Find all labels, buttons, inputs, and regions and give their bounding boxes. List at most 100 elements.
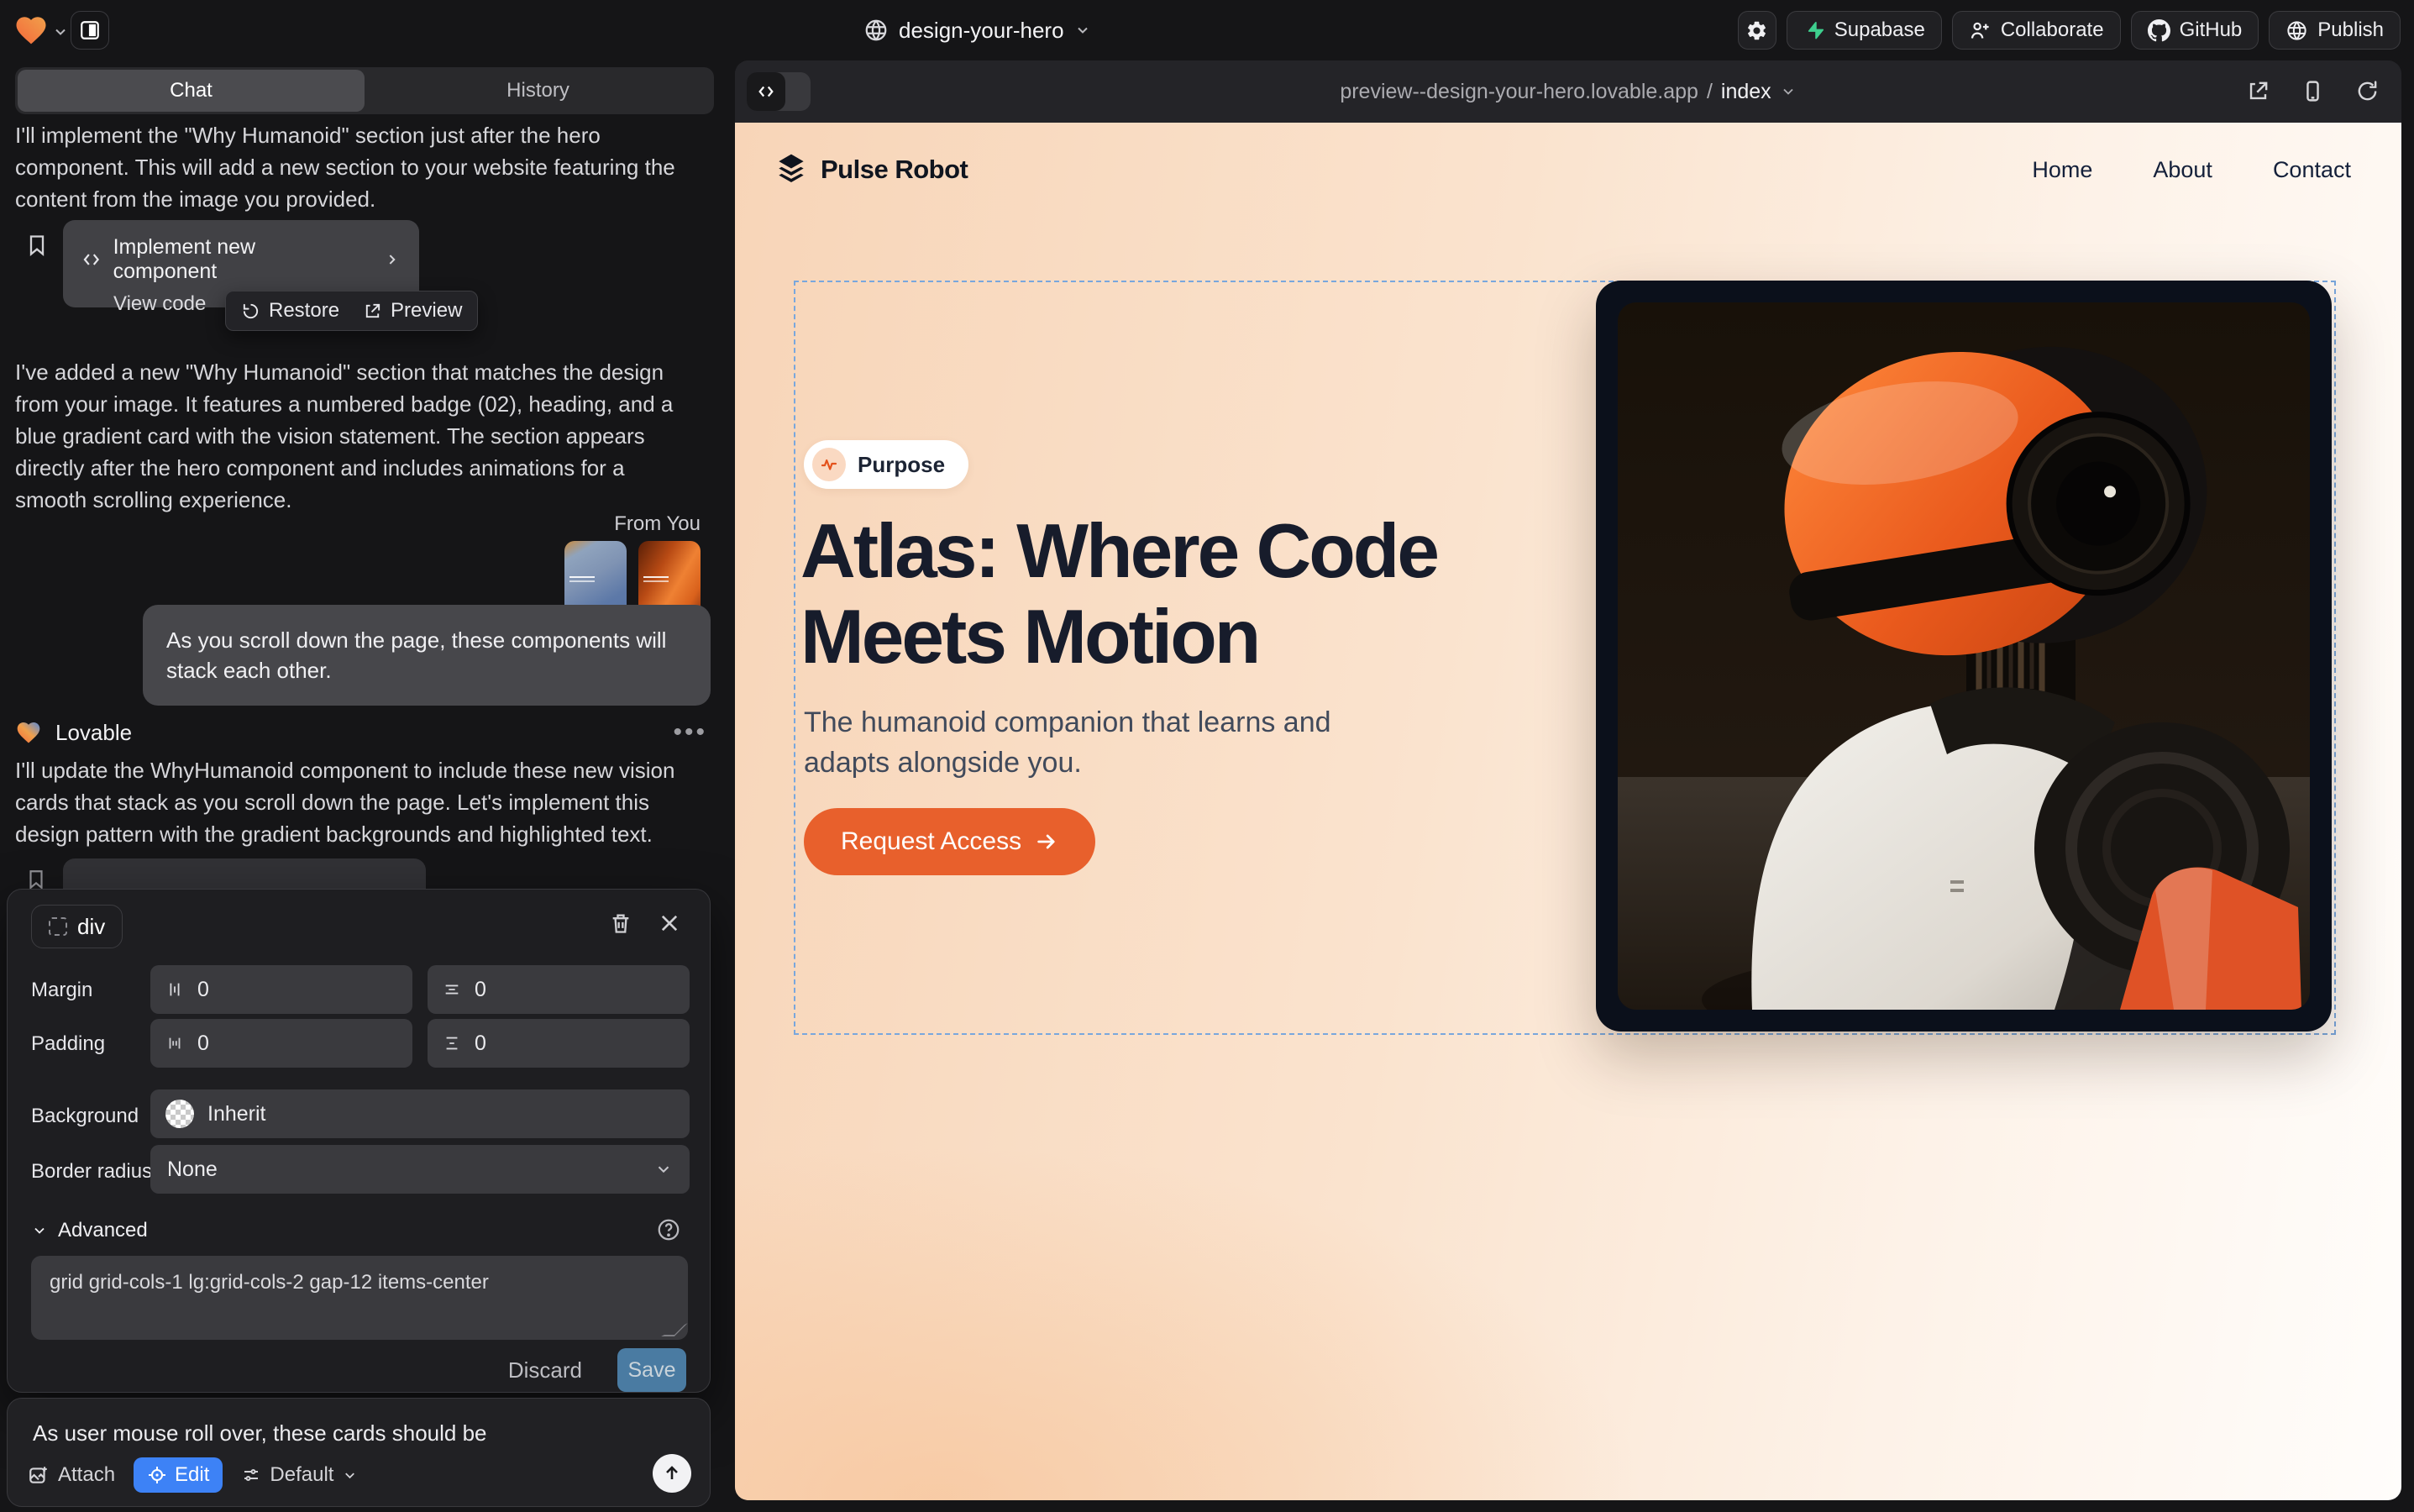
app-topbar: design-your-hero Supabase Collaborate Gi…: [0, 0, 2414, 60]
border-radius-label: Border radius: [31, 1160, 152, 1184]
save-button[interactable]: Save: [617, 1348, 686, 1392]
attach-button[interactable]: Attach: [28, 1463, 115, 1487]
arrow-up-icon: [662, 1463, 682, 1483]
hero-headline: Atlas: Where Code Meets Motion: [800, 509, 1498, 680]
border-radius-select[interactable]: None: [150, 1145, 690, 1194]
advanced-classes-textarea[interactable]: grid grid-cols-1 lg:grid-cols-2 gap-12 i…: [31, 1256, 688, 1340]
robot-image: [1618, 302, 2310, 1010]
user-message-bubble: As you scroll down the page, these compo…: [143, 605, 711, 706]
lovable-logo-icon[interactable]: [13, 13, 49, 48]
sidebar-icon: [79, 19, 101, 41]
preview-url-bar[interactable]: preview--design-your-hero.lovable.app / …: [735, 60, 2401, 123]
advanced-section-toggle[interactable]: Advanced: [31, 1219, 148, 1242]
attach-image-icon: [28, 1464, 50, 1486]
refresh-icon[interactable]: [2355, 79, 2380, 103]
site-brand[interactable]: Pulse Robot: [773, 151, 968, 188]
margin-y-input[interactable]: 0: [428, 965, 690, 1014]
border-radius-value: None: [167, 1158, 218, 1182]
padding-y-input[interactable]: 0: [428, 1019, 690, 1068]
margin-y-icon: [443, 980, 461, 999]
select-chevron-down-icon: [654, 1160, 673, 1179]
github-label: GitHub: [2180, 18, 2243, 42]
edit-label: Edit: [175, 1463, 209, 1487]
open-preview-icon: [363, 302, 382, 321]
send-button[interactable]: [653, 1454, 691, 1493]
tab-history[interactable]: History: [365, 70, 711, 112]
version-hover-toolbar: Restore Preview: [225, 291, 478, 331]
margin-y-value: 0: [475, 978, 486, 1002]
margin-x-icon: [165, 980, 184, 999]
nav-contact[interactable]: Contact: [2273, 157, 2351, 183]
delete-element-button[interactable]: [609, 911, 632, 935]
collaborate-label: Collaborate: [2001, 18, 2104, 42]
github-button[interactable]: GitHub: [2131, 11, 2259, 50]
assistant-message-1: I'll implement the "Why Humanoid" sectio…: [15, 119, 690, 215]
pulse-icon: [819, 454, 839, 475]
publish-label: Publish: [2317, 18, 2384, 42]
message-menu-button[interactable]: •••: [673, 718, 707, 747]
bookmark-icon-partial: [25, 869, 47, 890]
publish-button[interactable]: Publish: [2269, 11, 2401, 50]
background-label: Background: [31, 1105, 139, 1128]
assistant-message-3: I'll update the WhyHumanoid component to…: [15, 754, 690, 850]
purpose-badge: Purpose: [804, 440, 968, 489]
settings-button[interactable]: [1738, 11, 1776, 50]
composer-draft-text[interactable]: As user mouse roll over, these cards sho…: [33, 1420, 487, 1446]
background-value: Inherit: [207, 1102, 265, 1126]
component-card-title: Implement new component: [113, 235, 361, 284]
pulse-icon-circle: [812, 448, 846, 481]
padding-x-input[interactable]: 0: [150, 1019, 412, 1068]
background-input[interactable]: Inherit: [150, 1089, 690, 1138]
element-style-panel: div Margin 0 0 Padding 0 0 Background In…: [7, 889, 711, 1393]
chat-composer[interactable]: As user mouse roll over, these cards sho…: [7, 1398, 711, 1507]
preview-page: index: [1721, 80, 1771, 104]
target-icon: [147, 1465, 167, 1485]
preview-version-button[interactable]: Preview: [363, 299, 462, 323]
nav-home[interactable]: Home: [2032, 157, 2092, 183]
arrow-right-icon: [1035, 830, 1058, 853]
lovable-heart-icon: [15, 719, 42, 746]
logo-chevron-down-icon[interactable]: [52, 24, 69, 40]
chat-history-tabs: Chat History: [15, 67, 714, 114]
nav-about[interactable]: About: [2153, 157, 2212, 183]
chat-panel: Chat History I'll implement the "Why Hum…: [0, 60, 722, 1512]
url-separator: /: [1707, 80, 1713, 104]
from-you-label: From You: [614, 512, 701, 536]
close-panel-button[interactable]: [658, 911, 681, 935]
element-selection-icon: [49, 917, 67, 936]
code-icon: [81, 249, 102, 270]
discard-button[interactable]: Discard: [508, 1357, 582, 1383]
request-access-button[interactable]: Request Access: [804, 808, 1095, 875]
preview-viewport: Pulse Robot Home About Contact Purpose A…: [735, 123, 2401, 1500]
project-chevron-down-icon: [1074, 22, 1091, 39]
help-icon[interactable]: [656, 1217, 681, 1242]
publish-globe-icon: [2285, 19, 2308, 42]
chat-mode-select[interactable]: Default: [241, 1463, 358, 1487]
sidebar-toggle-button[interactable]: [71, 11, 109, 50]
supabase-button[interactable]: Supabase: [1787, 11, 1942, 50]
preview-topbar: preview--design-your-hero.lovable.app / …: [735, 60, 2401, 123]
padding-x-icon: [165, 1034, 184, 1053]
advanced-chevron-icon: [31, 1222, 48, 1239]
assistant-name: Lovable: [55, 720, 132, 746]
supabase-label: Supabase: [1834, 18, 1925, 42]
sliders-icon: [241, 1465, 261, 1485]
mobile-view-icon[interactable]: [2301, 79, 2325, 103]
globe-icon: [863, 18, 889, 43]
padding-label: Padding: [31, 1032, 105, 1056]
selected-element-chip[interactable]: div: [31, 905, 123, 948]
project-selector[interactable]: design-your-hero: [863, 13, 1091, 47]
collaborate-button[interactable]: Collaborate: [1952, 11, 2121, 50]
advanced-label: Advanced: [58, 1219, 148, 1242]
bookmark-icon[interactable]: [25, 234, 49, 257]
open-in-new-tab-icon[interactable]: [2246, 79, 2270, 103]
margin-x-input[interactable]: 0: [150, 965, 412, 1014]
edit-mode-pill[interactable]: Edit: [134, 1457, 223, 1493]
restore-button[interactable]: Restore: [241, 299, 339, 323]
margin-x-value: 0: [197, 978, 209, 1002]
tab-chat[interactable]: Chat: [18, 70, 365, 112]
padding-y-icon: [443, 1034, 461, 1053]
site-nav: Home About Contact: [2032, 157, 2351, 183]
purpose-badge-label: Purpose: [858, 452, 945, 478]
gear-icon: [1745, 19, 1768, 42]
